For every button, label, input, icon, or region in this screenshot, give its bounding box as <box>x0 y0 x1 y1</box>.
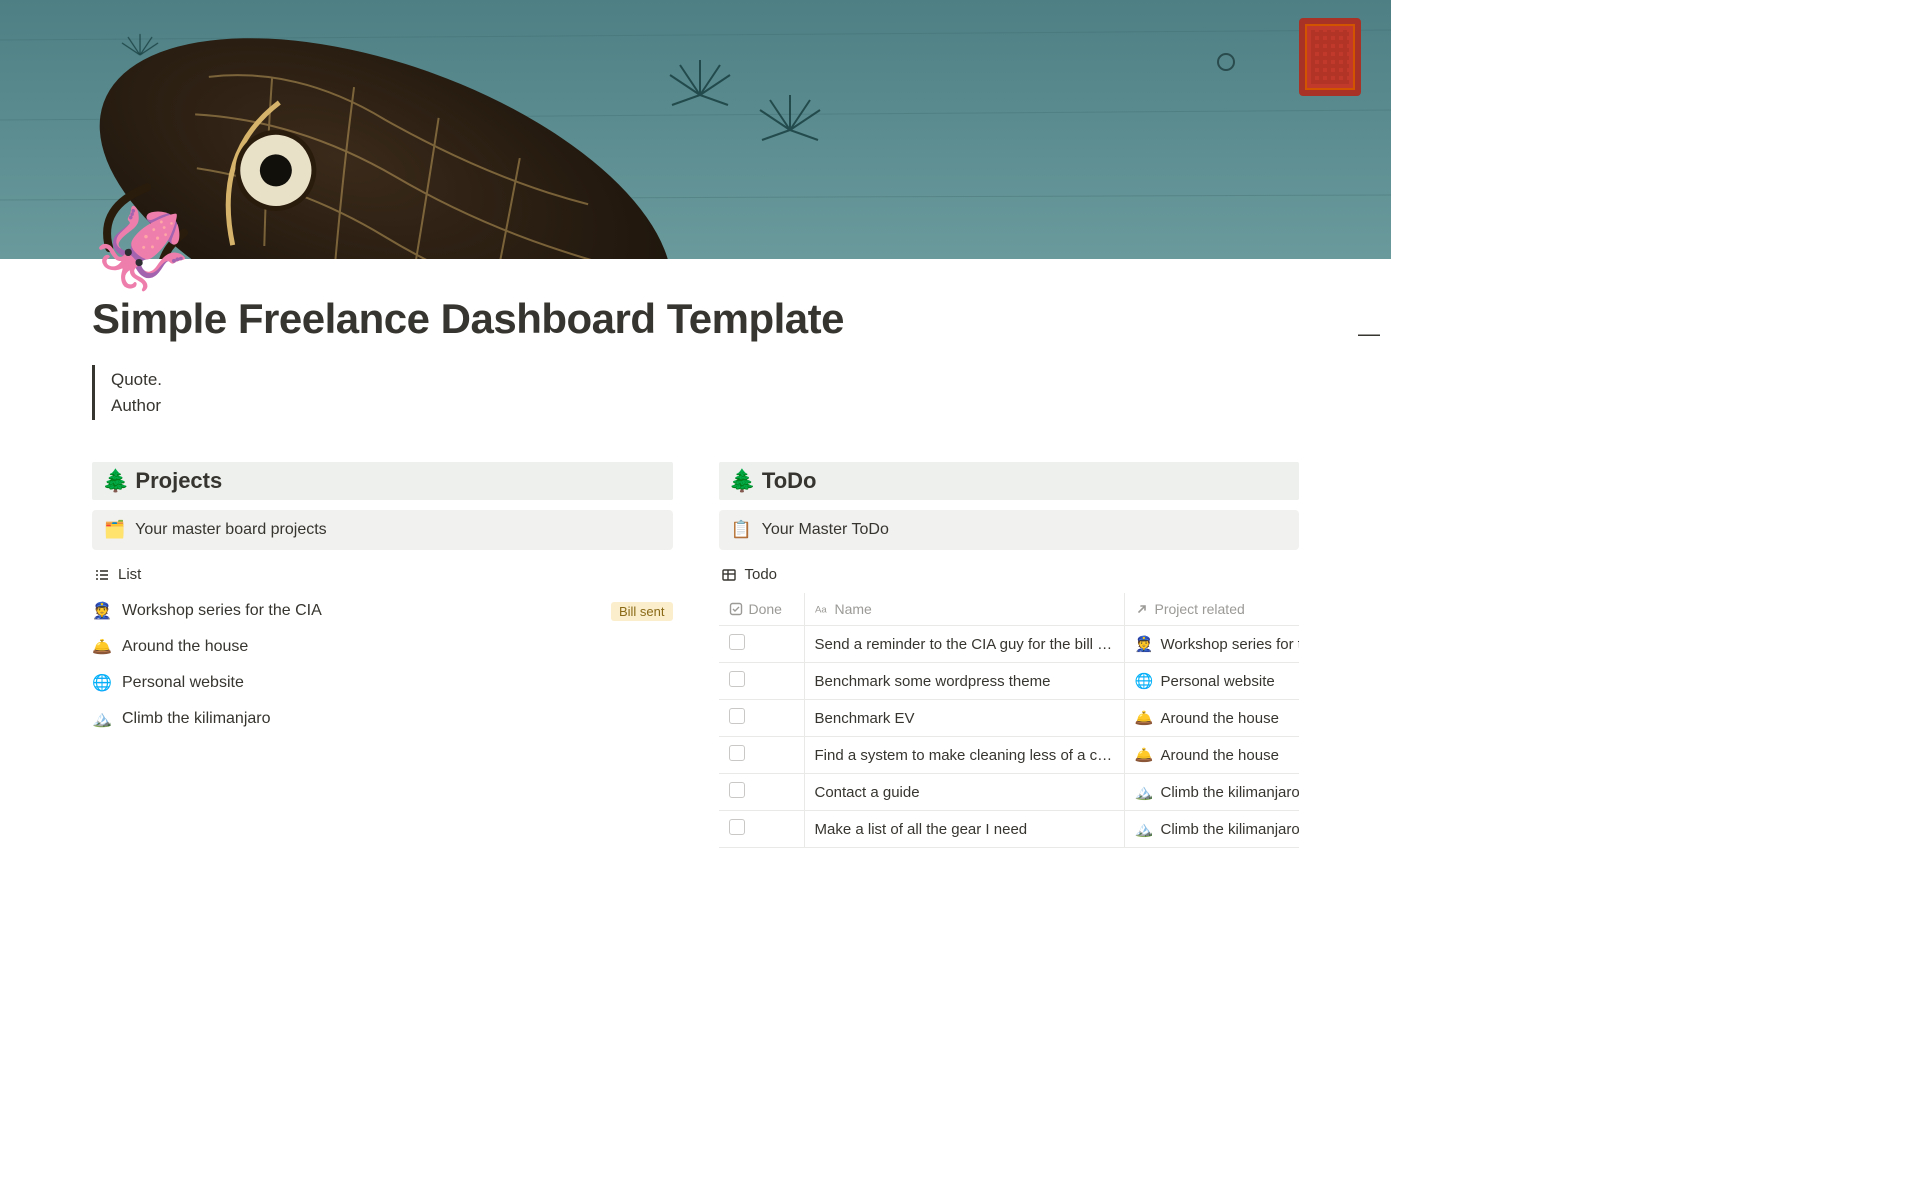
column-label: Done <box>749 601 782 617</box>
page-title[interactable]: Simple Freelance Dashboard Template <box>92 295 1299 343</box>
checkbox-column-icon <box>729 602 743 616</box>
bell-icon: 🛎️ <box>1135 746 1153 764</box>
seal-stamp <box>1299 18 1361 96</box>
clipboard-icon: 📋 <box>731 520 752 540</box>
checkbox[interactable] <box>729 819 745 835</box>
cover-illustration <box>0 0 1391 259</box>
column-header-project[interactable]: Project related <box>1124 593 1299 626</box>
todo-column: 🌲ToDo 📋 Your Master ToDo Todo <box>719 462 1300 848</box>
table-row[interactable]: Make a list of all the gear I need 🏔️ Cli… <box>719 811 1300 848</box>
page-icon[interactable]: 🦑 <box>92 209 182 289</box>
projects-heading-text: Projects <box>135 468 222 493</box>
relation-column-icon <box>1135 602 1149 616</box>
todo-name-cell[interactable]: Benchmark EV <box>804 700 1124 737</box>
todo-name-cell[interactable]: Find a system to make cleaning less of a… <box>804 737 1124 774</box>
quote-author: Author <box>111 393 1299 419</box>
projects-view-label: List <box>118 566 141 583</box>
bell-icon: 🛎️ <box>1135 709 1153 727</box>
text-column-icon: Aa <box>815 602 829 616</box>
todo-name-cell[interactable]: Benchmark some wordpress theme <box>804 663 1124 700</box>
project-name: Workshop series for the CIA <box>122 602 322 620</box>
project-link[interactable]: Around the house <box>1161 710 1279 727</box>
status-tag: Bill sent <box>611 602 673 621</box>
todo-name-cell[interactable]: Send a reminder to the CIA guy for the b… <box>804 626 1124 663</box>
checkbox[interactable] <box>729 708 745 724</box>
tree-icon: 🌲 <box>102 468 129 493</box>
mountain-icon: 🏔️ <box>92 709 112 729</box>
projects-column: 🌲Projects 🗂️ Your master board projects … <box>92 462 673 848</box>
column-label: Project related <box>1155 601 1245 617</box>
tree-icon: 🌲 <box>729 468 756 493</box>
project-link[interactable]: Workshop series for the <box>1161 636 1300 653</box>
projects-callout[interactable]: 🗂️ Your master board projects <box>92 510 673 550</box>
cover-image <box>0 0 1391 259</box>
todo-name-cell[interactable]: Make a list of all the gear I need <box>804 811 1124 848</box>
todo-heading[interactable]: 🌲ToDo <box>719 462 1300 500</box>
column-header-done[interactable]: Done <box>719 593 805 626</box>
projects-heading[interactable]: 🌲Projects <box>92 462 673 500</box>
todo-callout[interactable]: 📋 Your Master ToDo <box>719 510 1300 550</box>
list-item[interactable]: 👮 Workshop series for the CIA Bill sent <box>92 597 673 625</box>
checkbox[interactable] <box>729 782 745 798</box>
globe-icon: 🌐 <box>92 673 112 693</box>
list-item[interactable]: 🌐 Personal website <box>92 669 673 697</box>
bell-icon: 🛎️ <box>92 637 112 657</box>
todo-name-cell[interactable]: Contact a guide <box>804 774 1124 811</box>
table-row[interactable]: Benchmark EV 🛎️ Around the house <box>719 700 1300 737</box>
list-item[interactable]: 🏔️ Climb the kilimanjaro <box>92 705 673 733</box>
project-link[interactable]: Climb the kilimanjaro <box>1161 784 1300 801</box>
quote-block[interactable]: Quote. Author <box>92 365 1299 420</box>
mountain-icon: 🏔️ <box>1135 783 1153 801</box>
table-row[interactable]: Send a reminder to the CIA guy for the b… <box>719 626 1300 663</box>
project-name: Personal website <box>122 674 244 692</box>
table-row[interactable]: Find a system to make cleaning less of a… <box>719 737 1300 774</box>
collapse-dash-icon[interactable]: — <box>1358 321 1380 347</box>
project-link[interactable]: Personal website <box>1161 673 1275 690</box>
project-name: Around the house <box>122 638 248 656</box>
table-row[interactable]: Benchmark some wordpress theme 🌐 Personal… <box>719 663 1300 700</box>
todo-view-label: Todo <box>745 566 778 583</box>
todo-heading-text: ToDo <box>762 468 817 493</box>
list-item[interactable]: 🛎️ Around the house <box>92 633 673 661</box>
column-label: Name <box>835 601 872 617</box>
police-icon: 👮 <box>1135 635 1153 653</box>
checkbox[interactable] <box>729 745 745 761</box>
table-row[interactable]: Contact a guide 🏔️ Climb the kilimanjaro <box>719 774 1300 811</box>
projects-callout-text: Your master board projects <box>135 521 327 539</box>
svg-text:Aa: Aa <box>815 605 827 616</box>
globe-icon: 🌐 <box>1135 672 1153 690</box>
police-icon: 👮 <box>92 601 112 621</box>
quote-text: Quote. <box>111 367 1299 393</box>
column-header-name[interactable]: Aa Name <box>804 593 1124 626</box>
table-view-icon <box>721 567 737 583</box>
todo-view-tab[interactable]: Todo <box>719 560 1300 593</box>
projects-view-tab[interactable]: List <box>92 560 673 593</box>
projects-list: 👮 Workshop series for the CIA Bill sent … <box>92 593 673 733</box>
list-view-icon <box>94 567 110 583</box>
todo-callout-text: Your Master ToDo <box>762 521 889 539</box>
todo-table: Done Aa Name <box>719 593 1300 848</box>
mountain-icon: 🏔️ <box>1135 820 1153 838</box>
project-link[interactable]: Climb the kilimanjaro <box>1161 821 1300 838</box>
card-box-icon: 🗂️ <box>104 520 125 540</box>
checkbox[interactable] <box>729 634 745 650</box>
project-link[interactable]: Around the house <box>1161 747 1279 764</box>
project-name: Climb the kilimanjaro <box>122 710 271 728</box>
checkbox[interactable] <box>729 671 745 687</box>
